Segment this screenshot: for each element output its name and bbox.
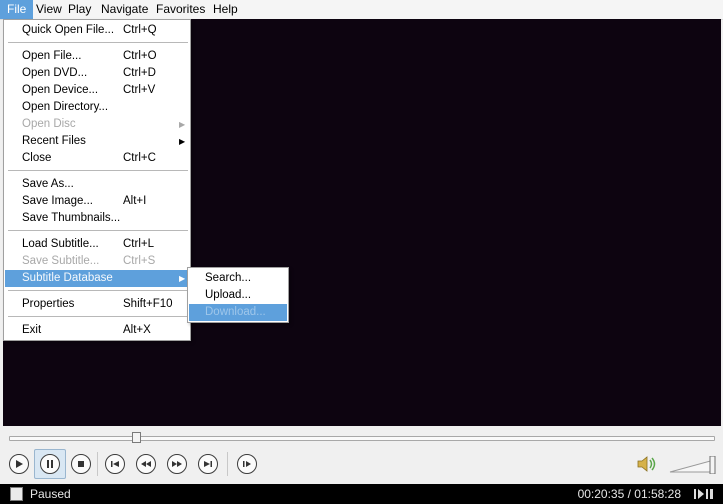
menu-play[interactable]: Play: [61, 0, 98, 19]
control-separator: [227, 452, 228, 476]
next-button[interactable]: [198, 454, 218, 474]
stop-icon: [78, 461, 84, 467]
menu-item-open-file[interactable]: Open File... Ctrl+O: [5, 48, 189, 65]
menu-separator: [8, 42, 188, 43]
menu-item-shortcut: Alt+I: [123, 195, 147, 207]
stop-button[interactable]: [71, 454, 91, 474]
menu-item-shortcut: Ctrl+L: [123, 238, 154, 250]
menu-item-save-as[interactable]: Save As...: [5, 176, 189, 193]
menu-help[interactable]: Help: [206, 0, 245, 19]
control-separator: [97, 452, 98, 476]
seek-bar[interactable]: [9, 436, 715, 441]
menu-item-shortcut: Ctrl+S: [123, 255, 156, 267]
rewind-button[interactable]: [136, 454, 156, 474]
submenu-arrow-icon: ▶: [179, 120, 186, 129]
menu-item-label: Open DVD...: [22, 67, 88, 79]
menu-item-label: Open Device...: [22, 84, 99, 96]
menu-item-label: Save Image...: [22, 195, 93, 207]
menu-item-save-image[interactable]: Save Image... Alt+I: [5, 193, 189, 210]
menu-item-label: Search...: [205, 272, 252, 284]
menu-item-label: Save Subtitle...: [22, 255, 100, 267]
menu-item-open-disc: Open Disc ▶: [5, 116, 189, 133]
skip-back-icon: [111, 461, 119, 467]
menu-item-load-subtitle[interactable]: Load Subtitle... Ctrl+L: [5, 236, 189, 253]
menu-separator: [8, 316, 188, 317]
menu-separator: [8, 230, 188, 231]
frame-step-icon: [243, 461, 251, 467]
menu-item-quick-open-file[interactable]: Quick Open File... Ctrl+Q: [5, 22, 189, 39]
menu-item-label: Open File...: [22, 50, 82, 62]
frame-step-button[interactable]: [237, 454, 257, 474]
volume-slider[interactable]: [668, 456, 718, 474]
menu-item-exit[interactable]: Exit Alt+X: [5, 322, 189, 339]
menu-item-label: Recent Files: [22, 135, 86, 147]
menu-item-label: Exit: [22, 324, 42, 336]
menu-item-recent-files[interactable]: Recent Files ▶: [5, 133, 189, 150]
submenu-item-search[interactable]: Search...: [189, 270, 287, 287]
menu-item-shortcut: Ctrl+V: [123, 84, 156, 96]
menu-item-label: Properties: [22, 298, 75, 310]
fast-forward-icon: [172, 461, 182, 467]
menu-item-label: Download...: [205, 306, 266, 318]
menu-item-label: Upload...: [205, 289, 252, 301]
menu-item-label: Subtitle Database: [22, 272, 113, 284]
menu-item-shortcut: Ctrl+O: [123, 50, 157, 62]
menu-item-shortcut: Ctrl+Q: [123, 24, 157, 36]
document-icon: [10, 487, 23, 501]
frame-indicator-icon: [694, 489, 713, 499]
seek-thumb[interactable]: [132, 432, 141, 443]
menu-item-properties[interactable]: Properties Shift+F10: [5, 296, 189, 313]
skip-forward-icon: [204, 461, 212, 467]
menu-item-open-dvd[interactable]: Open DVD... Ctrl+D: [5, 65, 189, 82]
menu-item-label: Save As...: [22, 178, 74, 190]
submenu-arrow-icon: ▶: [179, 137, 186, 146]
previous-button[interactable]: [105, 454, 125, 474]
status-text: Paused: [30, 487, 71, 501]
submenu-item-download[interactable]: Download...: [189, 304, 287, 321]
menu-item-shortcut: Ctrl+D: [123, 67, 156, 79]
menu-bar: File View Play Navigate Favorites Help: [0, 0, 723, 20]
pause-button[interactable]: [40, 454, 60, 474]
menu-item-subtitle-database[interactable]: Subtitle Database ▶: [5, 270, 189, 287]
menu-item-shortcut: Ctrl+C: [123, 152, 156, 164]
menu-item-save-thumbnails[interactable]: Save Thumbnails...: [5, 210, 189, 227]
menu-item-label: Quick Open File...: [22, 24, 115, 36]
menu-item-shortcut: Alt+X: [123, 324, 151, 336]
menu-item-open-device[interactable]: Open Device... Ctrl+V: [5, 82, 189, 99]
menu-item-label: Save Thumbnails...: [22, 212, 121, 224]
submenu-item-upload[interactable]: Upload...: [189, 287, 287, 304]
menu-item-label: Close: [22, 152, 52, 164]
menu-item-label: Open Disc: [22, 118, 76, 130]
menu-separator: [8, 170, 188, 171]
menu-separator: [8, 290, 188, 291]
rewind-icon: [141, 461, 151, 467]
volume-icon[interactable]: [636, 455, 658, 473]
menu-item-label: Load Subtitle...: [22, 238, 99, 250]
play-button[interactable]: [9, 454, 29, 474]
menu-navigate[interactable]: Navigate: [94, 0, 155, 19]
subtitle-database-submenu: Search... Upload... Download...: [187, 267, 289, 323]
fast-forward-button[interactable]: [167, 454, 187, 474]
menu-item-save-subtitle: Save Subtitle... Ctrl+S: [5, 253, 189, 270]
submenu-arrow-icon: ▶: [179, 274, 186, 283]
menu-favorites[interactable]: Favorites: [149, 0, 212, 19]
volume-thumb[interactable]: [709, 456, 716, 474]
pause-icon: [47, 460, 53, 468]
time-display[interactable]: 00:20:35 / 01:58:28: [578, 487, 681, 501]
menu-item-label: Open Directory...: [22, 101, 109, 113]
status-bar: Paused 00:20:35 / 01:58:28: [0, 484, 723, 504]
menu-item-shortcut: Shift+F10: [123, 298, 173, 310]
play-icon: [16, 460, 23, 468]
menu-item-open-directory[interactable]: Open Directory...: [5, 99, 189, 116]
menu-item-close[interactable]: Close Ctrl+C: [5, 150, 189, 167]
file-menu-dropdown: Quick Open File... Ctrl+Q Open File... C…: [3, 19, 191, 341]
